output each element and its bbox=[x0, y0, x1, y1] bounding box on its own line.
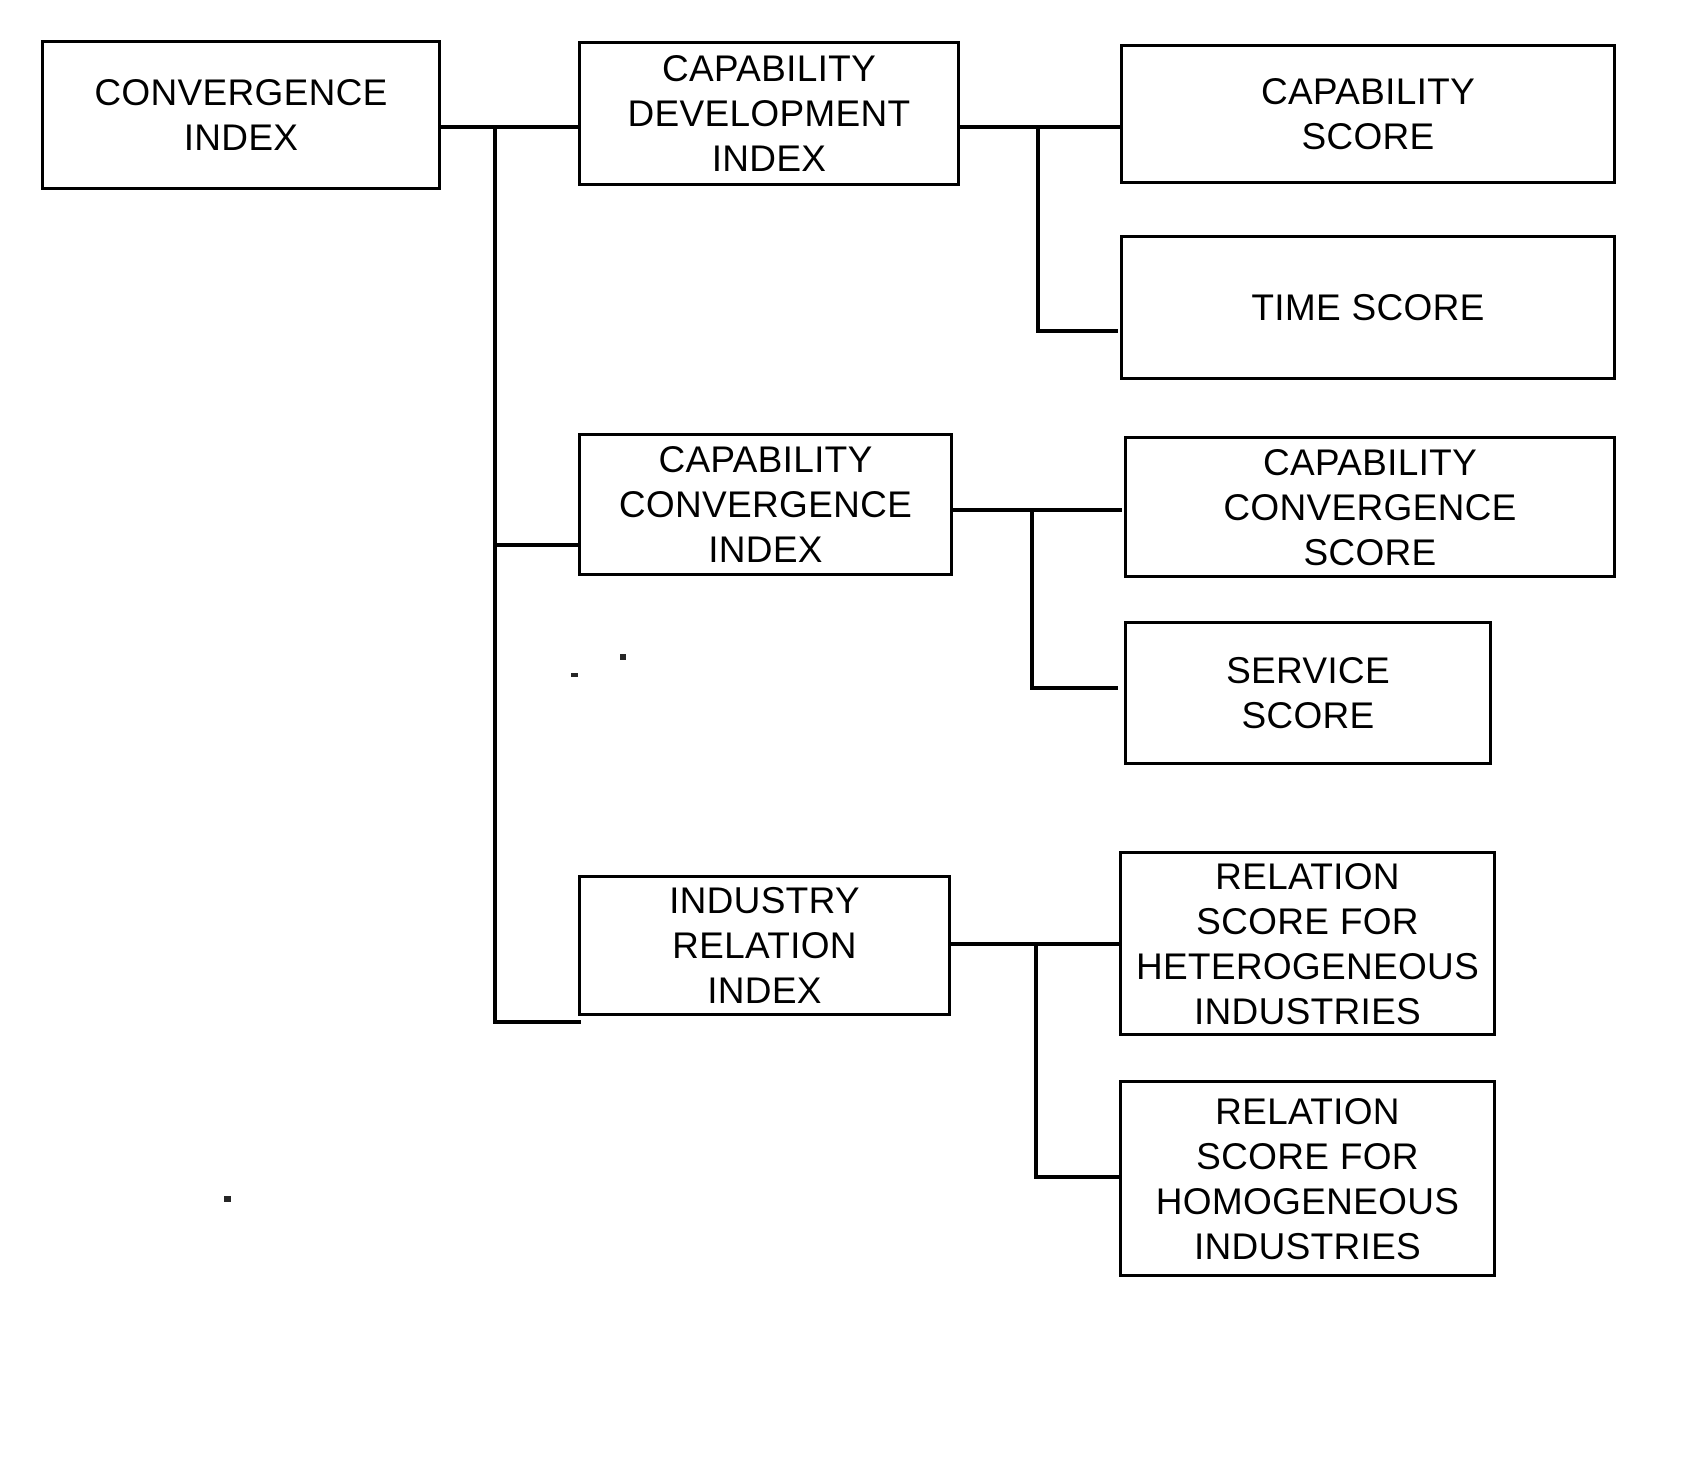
node-label: CONVERGENCE INDEX bbox=[94, 72, 388, 158]
connector-trunk-to-capability-development bbox=[493, 125, 581, 129]
node-capability-score[interactable]: CAPABILITY SCORE bbox=[1120, 44, 1616, 184]
node-capability-convergence-score[interactable]: CAPABILITY CONVERGENCE SCORE bbox=[1124, 436, 1616, 578]
node-service-score[interactable]: SERVICE SCORE bbox=[1124, 621, 1492, 765]
node-industry-relation-index[interactable]: INDUSTRY RELATION INDEX bbox=[578, 875, 951, 1016]
connector-trunk-to-industry-relation bbox=[493, 1020, 581, 1024]
node-label: RELATION SCORE FOR HOMOGENEOUS INDUSTRIE… bbox=[1155, 1090, 1460, 1267]
connector-branch-industry-relation bbox=[1034, 942, 1038, 1179]
node-label: RELATION SCORE FOR HETEROGENEOUS INDUSTR… bbox=[1135, 855, 1480, 1032]
node-label: CAPABILITY DEVELOPMENT INDEX bbox=[627, 48, 911, 179]
node-label: INDUSTRY RELATION INDEX bbox=[669, 880, 860, 1011]
node-capability-development-index[interactable]: CAPABILITY DEVELOPMENT INDEX bbox=[578, 41, 960, 186]
scan-speck bbox=[620, 654, 626, 660]
connector-branch-capability-development bbox=[1036, 125, 1040, 333]
scan-speck bbox=[224, 1196, 231, 1202]
connector-capability-convergence-out bbox=[950, 508, 1122, 512]
connector-to-relation-homogeneous bbox=[1034, 1175, 1120, 1179]
connector-to-service-score bbox=[1030, 686, 1118, 690]
node-capability-convergence-index[interactable]: CAPABILITY CONVERGENCE INDEX bbox=[578, 433, 953, 576]
connector-main-trunk bbox=[493, 125, 497, 1024]
connector-branch-capability-convergence bbox=[1030, 508, 1034, 690]
connector-root-to-trunk bbox=[441, 125, 497, 129]
scan-speck bbox=[571, 673, 578, 677]
node-label: CAPABILITY SCORE bbox=[1260, 71, 1476, 157]
node-time-score[interactable]: TIME SCORE bbox=[1120, 235, 1616, 380]
node-relation-score-heterogeneous[interactable]: RELATION SCORE FOR HETEROGENEOUS INDUSTR… bbox=[1119, 851, 1496, 1036]
node-label: SERVICE SCORE bbox=[1226, 650, 1390, 736]
connector-capability-development-out bbox=[958, 125, 1138, 129]
connector-to-time-score bbox=[1036, 329, 1118, 333]
diagram-canvas: CONVERGENCE INDEX CAPABILITY DEVELOPMENT… bbox=[0, 0, 1696, 1459]
node-label: CAPABILITY CONVERGENCE SCORE bbox=[1223, 441, 1517, 573]
node-label: TIME SCORE bbox=[1251, 287, 1485, 328]
node-relation-score-homogeneous[interactable]: RELATION SCORE FOR HOMOGENEOUS INDUSTRIE… bbox=[1119, 1080, 1496, 1277]
connector-trunk-to-capability-convergence bbox=[493, 543, 581, 547]
node-convergence-index[interactable]: CONVERGENCE INDEX bbox=[41, 40, 441, 190]
node-label: CAPABILITY CONVERGENCE INDEX bbox=[618, 439, 913, 570]
